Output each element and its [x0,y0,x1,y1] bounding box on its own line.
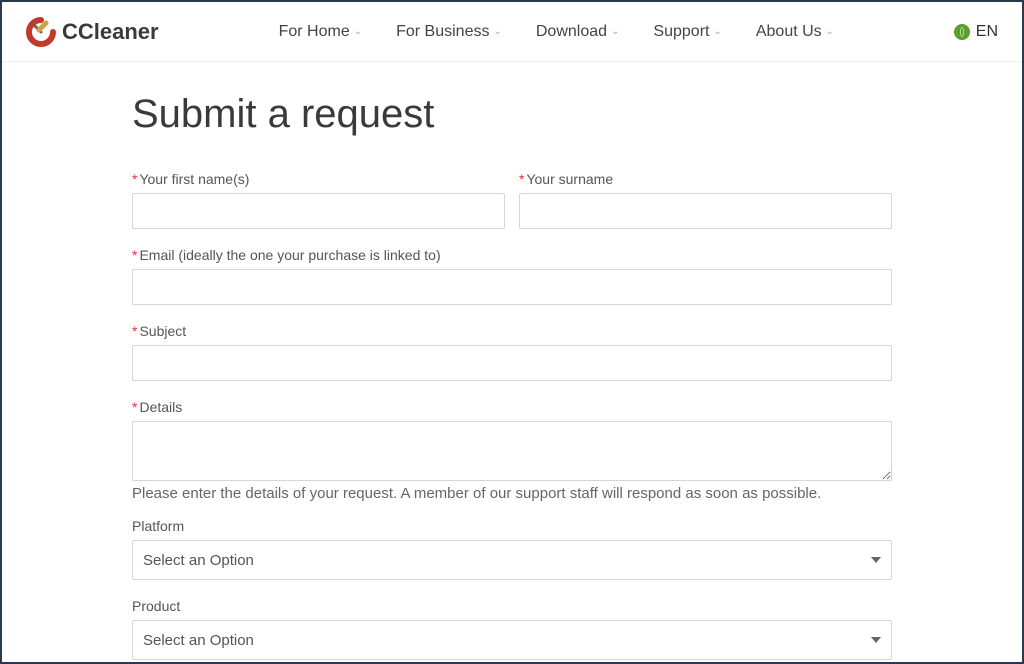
nav-for-home[interactable]: For Home ⌄ [279,23,363,41]
nav-label: For Home [279,23,350,41]
chevron-down-icon: ⌄ [713,26,721,37]
platform-value: Select an Option [143,552,254,569]
caret-down-icon [871,637,881,643]
nav-label: For Business [396,23,489,41]
first-name-label: *Your first name(s) [132,171,505,187]
main-nav: For Home ⌄ For Business ⌄ Download ⌄ Sup… [279,23,834,41]
logo[interactable]: CCleaner [26,17,159,47]
nav-label: Support [653,23,709,41]
header: CCleaner For Home ⌄ For Business ⌄ Downl… [2,2,1022,62]
nav-download[interactable]: Download ⌄ [536,23,620,41]
details-hint: Please enter the details of your request… [132,485,892,502]
field-platform: Platform Select an Option [132,518,892,580]
field-surname: *Your surname [519,171,892,229]
nav-label: Download [536,23,607,41]
subject-label: *Subject [132,323,892,339]
field-product: Product Select an Option [132,598,892,660]
product-value: Select an Option [143,632,254,649]
details-label: *Details [132,399,892,415]
field-subject: *Subject [132,323,892,381]
email-input[interactable] [132,269,892,305]
platform-select[interactable]: Select an Option [132,540,892,580]
language-label: EN [976,23,998,41]
chevron-down-icon: ⌄ [826,26,834,37]
surname-label: *Your surname [519,171,892,187]
nav-about-us[interactable]: About Us ⌄ [756,23,834,41]
product-select[interactable]: Select an Option [132,620,892,660]
platform-label: Platform [132,518,892,534]
main-content: Submit a request *Your first name(s) *Yo… [2,62,1022,660]
language-selector[interactable]: EN [954,23,998,41]
caret-down-icon [871,557,881,563]
ccleaner-logo-icon [26,17,56,47]
first-name-input[interactable] [132,193,505,229]
nav-support[interactable]: Support ⌄ [653,23,721,41]
nav-for-business[interactable]: For Business ⌄ [396,23,502,41]
globe-icon [954,24,970,40]
email-label: *Email (ideally the one your purchase is… [132,247,892,263]
chevron-down-icon: ⌄ [611,26,619,37]
nav-label: About Us [756,23,822,41]
logo-text: CCleaner [62,19,159,45]
product-label: Product [132,598,892,614]
subject-input[interactable] [132,345,892,381]
field-first-name: *Your first name(s) [132,171,505,229]
field-details: *Details [132,399,892,481]
chevron-down-icon: ⌄ [354,26,362,37]
surname-input[interactable] [519,193,892,229]
field-email: *Email (ideally the one your purchase is… [132,247,892,305]
page-title: Submit a request [132,92,892,137]
details-textarea[interactable] [132,421,892,481]
chevron-down-icon: ⌄ [493,26,501,37]
